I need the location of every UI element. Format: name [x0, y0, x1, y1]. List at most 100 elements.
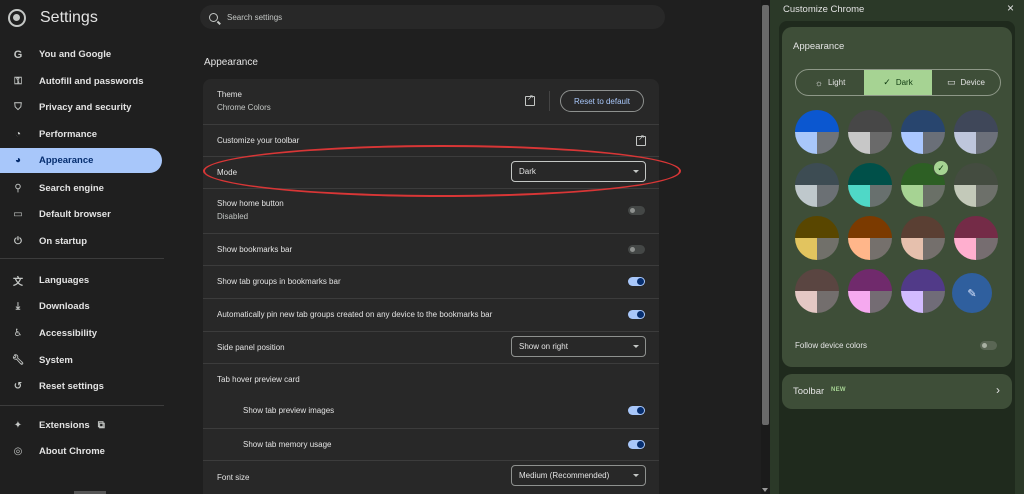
sidebar-item-on-startup[interactable]: ⏻ On startup: [0, 229, 162, 254]
chrome-icon: ◎: [13, 446, 23, 457]
swatch-quadrant: [795, 110, 817, 132]
open-in-new-icon[interactable]: [636, 133, 646, 146]
home-button-label: Show home button: [217, 199, 284, 208]
mode-segmented-control: ☼ Light ✓ Dark ▭ Device: [795, 69, 1001, 96]
page-scrollbar[interactable]: [761, 0, 770, 494]
custom-color-button[interactable]: ✎: [952, 273, 992, 313]
preview-images-toggle[interactable]: [628, 406, 645, 415]
check-icon: ✓: [883, 77, 891, 87]
color-swatch[interactable]: [954, 163, 998, 207]
swatch-quadrant: [817, 216, 839, 238]
color-swatch[interactable]: [795, 163, 839, 207]
memory-usage-row: Show tab memory usage: [203, 428, 659, 460]
swatch-quadrant: [848, 163, 870, 185]
close-icon[interactable]: ×: [1007, 1, 1014, 15]
customize-chrome-panel: Customize Chrome × Appearance ☼ Light ✓ …: [770, 0, 1024, 494]
swatch-quadrant: [923, 132, 945, 154]
search-bar[interactable]: [200, 5, 665, 29]
sidebar-item-performance[interactable]: ◔ Performance: [0, 122, 162, 147]
eyedropper-icon: ✎: [967, 287, 977, 300]
mode-label: Mode: [217, 168, 238, 177]
auto-pin-row: Automatically pin new tab groups created…: [203, 298, 659, 331]
customize-toolbar-row[interactable]: Customize your toolbar: [203, 124, 659, 156]
dropdown-arrow-icon: [633, 474, 639, 477]
follow-device-label: Follow device colors: [795, 341, 868, 350]
swatch-quadrant: [901, 132, 923, 154]
follow-device-toggle[interactable]: [980, 341, 997, 350]
mode-select[interactable]: Dark: [511, 161, 646, 182]
color-swatch[interactable]: [901, 269, 945, 313]
sidebar-item-you-and-google[interactable]: G You and Google: [0, 42, 162, 67]
swatch-quadrant: [795, 269, 817, 291]
customize-toolbar-label: Customize your toolbar: [217, 136, 300, 145]
color-swatch[interactable]: [795, 216, 839, 260]
sidebar-item-extensions[interactable]: ✦ Extensions ⧉: [0, 413, 162, 438]
mode-light-button[interactable]: ☼ Light: [796, 70, 864, 95]
color-swatch[interactable]: [795, 269, 839, 313]
dropdown-arrow-icon: [633, 345, 639, 348]
color-swatch[interactable]: [848, 110, 892, 154]
sidebar-item-system[interactable]: 🔧︎ System: [0, 348, 162, 373]
scrollbar-thumb[interactable]: [762, 5, 769, 425]
sidebar-item-reset[interactable]: ↺ Reset settings: [0, 374, 162, 399]
auto-pin-toggle[interactable]: [628, 310, 645, 319]
search-input[interactable]: [225, 11, 629, 23]
sidebar-item-accessibility[interactable]: ♿ Accessibility: [0, 321, 162, 346]
open-theme-icon[interactable]: [525, 93, 535, 106]
scroll-down-arrow-icon[interactable]: [762, 488, 768, 492]
sidebar-item-appearance[interactable]: ◕ Appearance: [0, 148, 162, 173]
theme-value: Chrome Colors: [217, 103, 271, 112]
color-swatch[interactable]: [901, 110, 945, 154]
sidebar-item-languages[interactable]: 文 Languages: [0, 268, 162, 293]
reset-theme-button[interactable]: Reset to default: [560, 90, 644, 112]
sidebar-item-search-engine[interactable]: ⚲ Search engine: [0, 176, 162, 201]
color-swatch[interactable]: [848, 216, 892, 260]
swatch-quadrant: [923, 185, 945, 207]
accessibility-icon: ♿: [13, 328, 23, 339]
bookmarks-bar-toggle[interactable]: [628, 245, 645, 254]
puzzle-icon: ✦: [13, 420, 23, 431]
side-panel-select[interactable]: Show on right: [511, 336, 646, 357]
swatch-quadrant: [870, 291, 892, 313]
swatch-quadrant: [976, 216, 998, 238]
memory-usage-toggle[interactable]: [628, 440, 645, 449]
preview-images-row: Show tab preview images: [203, 395, 659, 428]
chevron-right-icon: ›: [996, 383, 1000, 397]
swatch-quadrant: [954, 185, 976, 207]
color-swatch[interactable]: [954, 110, 998, 154]
swatch-quadrant: [848, 269, 870, 291]
theme-label: Theme: [217, 90, 242, 99]
color-swatch[interactable]: [795, 110, 839, 154]
sidebar-item-about[interactable]: ◎ About Chrome: [0, 439, 162, 464]
swatch-quadrant: [817, 110, 839, 132]
color-swatch[interactable]: [954, 216, 998, 260]
swatch-quadrant: [870, 185, 892, 207]
sidebar-item-autofill[interactable]: ⚿ Autofill and passwords: [0, 69, 162, 94]
sidebar-item-downloads[interactable]: ⤓ Downloads: [0, 294, 162, 319]
color-swatch[interactable]: [848, 269, 892, 313]
swatch-quadrant: [795, 238, 817, 260]
mode-dark-button[interactable]: ✓ Dark: [864, 70, 932, 95]
swatch-quadrant: [870, 269, 892, 291]
sidebar-divider: [0, 405, 164, 406]
home-button-toggle[interactable]: [628, 206, 645, 215]
swatch-quadrant: [817, 185, 839, 207]
swatch-quadrant: [954, 238, 976, 260]
sun-icon: ☼: [814, 77, 823, 88]
mode-device-button[interactable]: ▭ Device: [932, 70, 1000, 95]
sidebar-item-privacy[interactable]: ⛉ Privacy and security: [0, 95, 162, 120]
color-swatch[interactable]: [901, 216, 945, 260]
tab-groups-toggle[interactable]: [628, 277, 645, 286]
swatch-quadrant: [795, 132, 817, 154]
swatch-quadrant: [870, 132, 892, 154]
font-size-select[interactable]: Medium (Recommended): [511, 465, 646, 486]
sidebar-item-default-browser[interactable]: ▭ Default browser: [0, 202, 162, 227]
laptop-icon: ▭: [947, 77, 956, 87]
settings-header: Settings: [8, 6, 98, 30]
swatch-quadrant: [923, 110, 945, 132]
toolbar-card[interactable]: Toolbar NEW ›: [782, 374, 1012, 409]
swatch-quadrant: [976, 185, 998, 207]
search-icon: [209, 12, 218, 22]
home-button-status: Disabled: [217, 212, 249, 221]
color-swatch[interactable]: [848, 163, 892, 207]
